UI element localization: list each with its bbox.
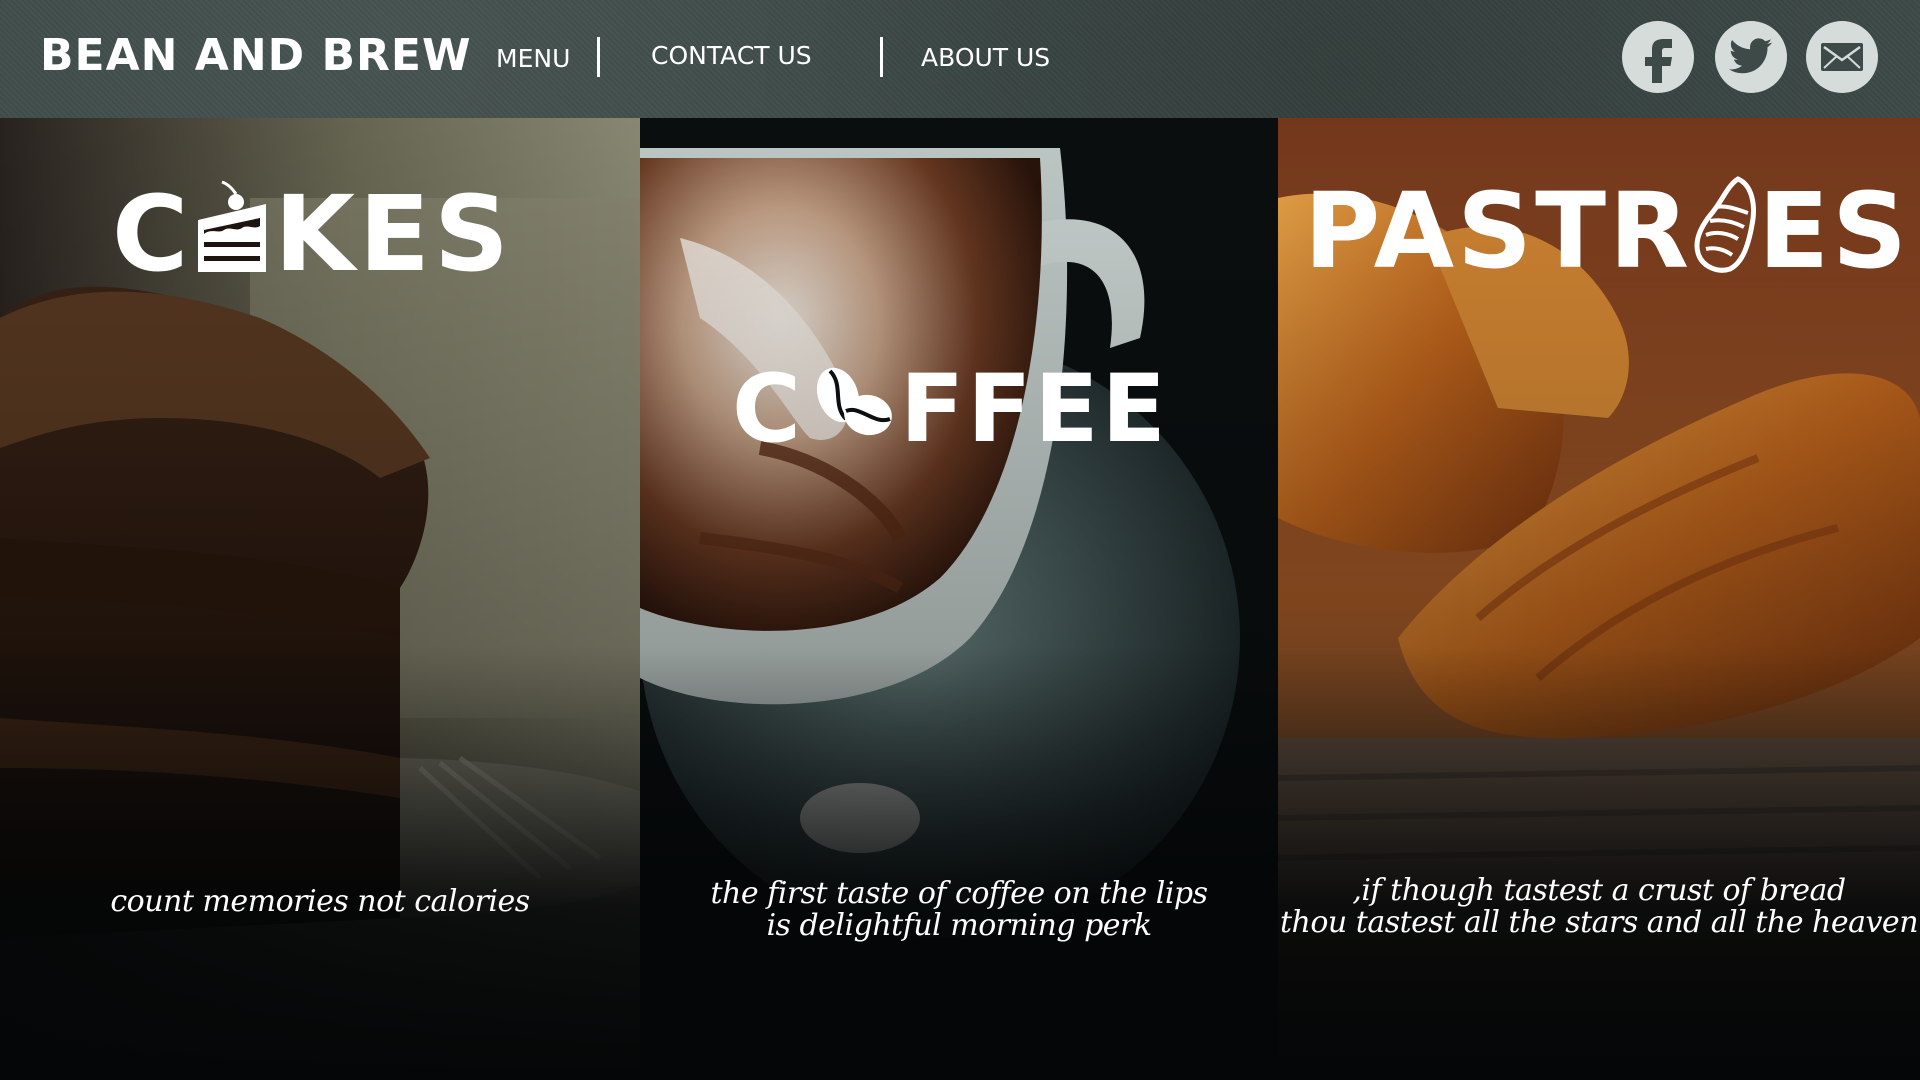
nav-contact-link[interactable]: CONTACT US (651, 41, 812, 71)
pastries-tagline: ,if though tastest a crust of bread thou… (1278, 875, 1920, 939)
mail-icon (1821, 43, 1863, 71)
coffee-panel[interactable]: C FFEE the first taste of coffee on the … (640, 118, 1278, 1080)
croissant-icon (1694, 176, 1757, 273)
cakes-title: C KES (112, 180, 513, 286)
coffee-beans-icon (816, 367, 892, 436)
cake-slice-icon (198, 180, 267, 272)
nav-menu-link[interactable]: MENU (496, 44, 570, 74)
twitter-icon (1729, 38, 1772, 74)
nav-divider (880, 37, 883, 77)
coffee-title: C FFEE (732, 361, 1169, 457)
cakes-title-text-end: KES (274, 173, 513, 295)
coffee-title-text-start: C (732, 355, 804, 464)
pastries-title-text-start: PASTR (1304, 170, 1693, 292)
pastries-panel[interactable]: PASTR ES ,if though tastest a crust of b… (1278, 118, 1920, 1080)
cakes-title-text-start: C (112, 173, 193, 295)
pastries-tagline-line-1: ,if though tastest a crust of bread (1352, 873, 1846, 908)
cakes-tagline-line: count memories not calories (110, 884, 530, 919)
facebook-icon (1645, 39, 1672, 83)
cakes-tagline: count memories not calories (0, 886, 640, 918)
twitter-button[interactable] (1715, 21, 1787, 93)
mail-button[interactable] (1806, 21, 1878, 93)
pastries-title: PASTR ES (1304, 175, 1910, 283)
coffee-tagline: the first taste of coffee on the lips is… (640, 878, 1278, 942)
site-header: BEAN AND BREW MENU CONTACT US ABOUT US (0, 0, 1920, 118)
coffee-title-text-end: FFEE (900, 355, 1169, 464)
facebook-button[interactable] (1622, 21, 1694, 93)
cakes-panel[interactable]: C KES count memories not calories (0, 118, 640, 1080)
coffee-tagline-line-2: is delightful morning perk (766, 908, 1152, 943)
brand-logo[interactable]: BEAN AND BREW (40, 30, 472, 82)
pastries-tagline-line-2: thou tastest all the stars and all the h… (1279, 905, 1919, 940)
coffee-tagline-line-1: the first taste of coffee on the lips (710, 876, 1208, 911)
nav-divider (597, 37, 600, 77)
pastries-title-text-end: ES (1758, 170, 1911, 292)
nav-about-link[interactable]: ABOUT US (921, 43, 1050, 73)
